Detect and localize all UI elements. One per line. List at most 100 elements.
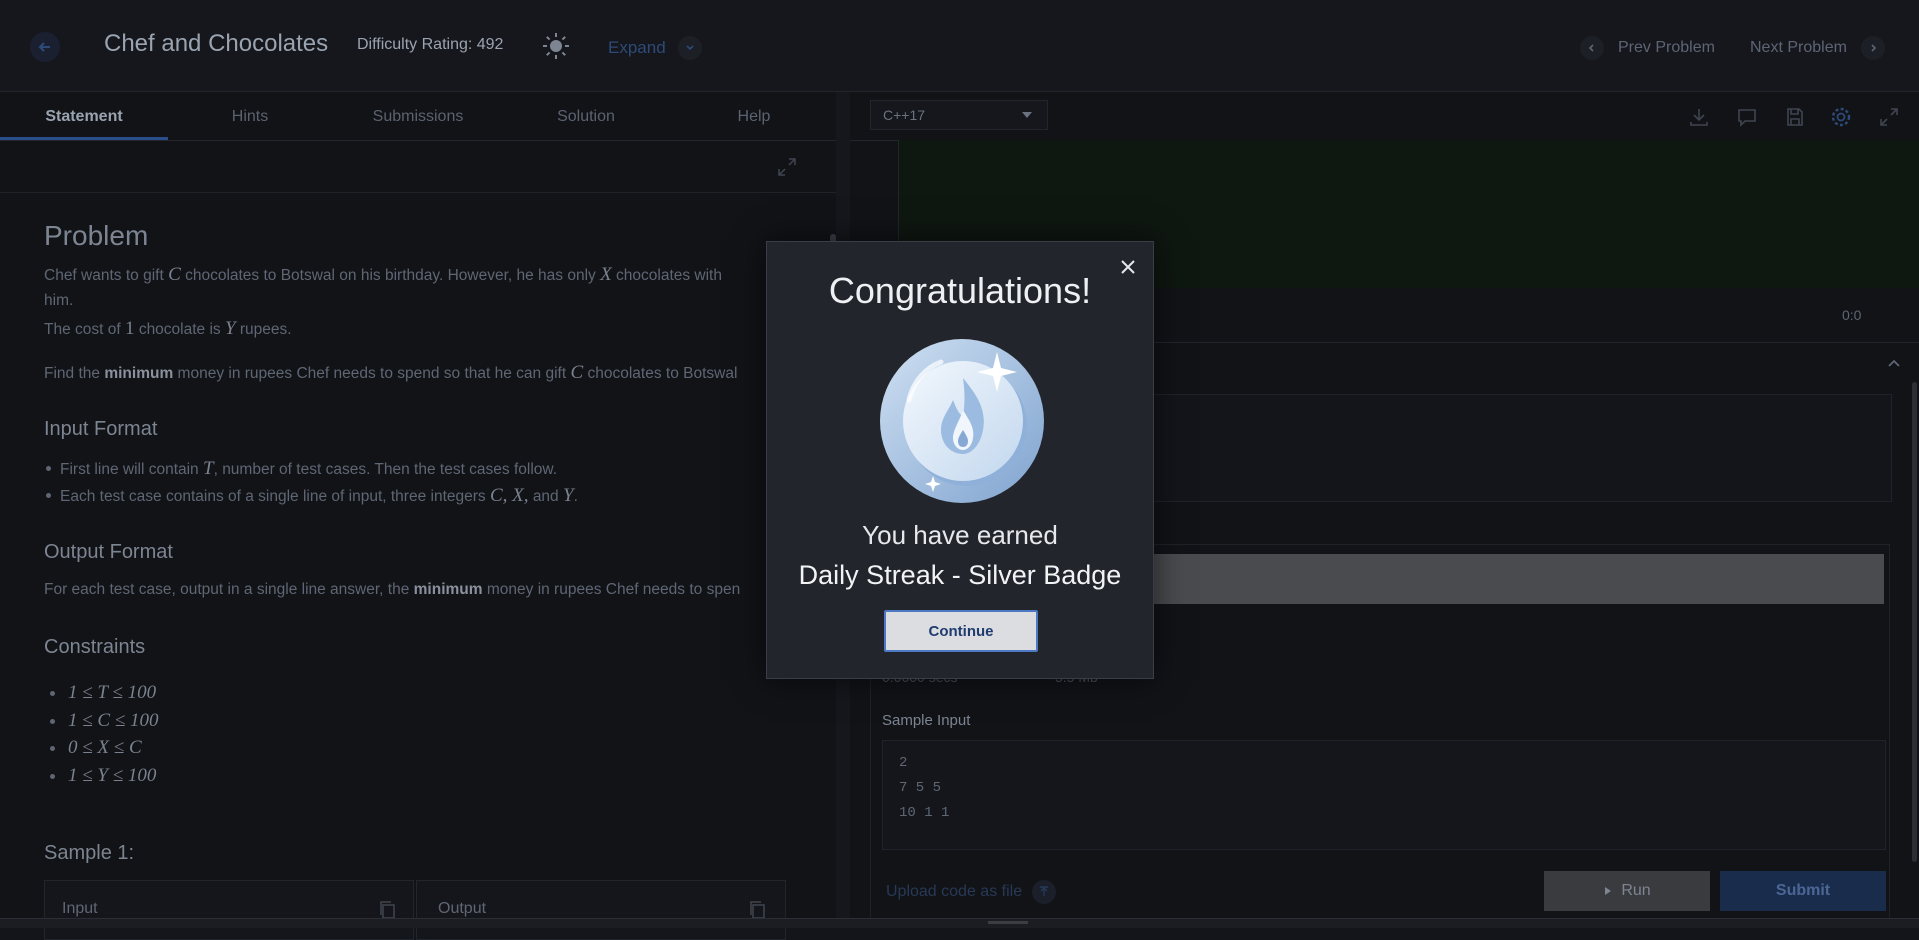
text-span: chocolates to Botswal on his birthday. H… [185,267,596,284]
silver-flame-badge-icon [879,338,1045,504]
input-format-heading: Input Format [44,418,158,440]
math-var: Y [563,485,574,506]
text-span: Find the [44,365,101,382]
chevron-right-icon [1860,36,1885,60]
text-span: money in rupees Chef needs to spend so t… [177,365,567,382]
badge-name: Daily Streak - Silver Badge [798,560,1122,590]
tab-statement[interactable]: Statement [0,108,168,126]
problem-line-4: Find the minimum money in rupees Chef ne… [44,362,737,384]
save-button[interactable] [1784,106,1806,128]
difficulty-rating: Difficulty Rating: 492 [357,36,504,53]
prev-problem-button[interactable]: Prev Problem [1580,36,1715,60]
bold-text: minimum [104,365,174,382]
copy-icon [750,901,765,919]
expand-button[interactable]: Expand [608,36,702,60]
problem-panel: Statement Hints Submissions Solution Hel… [0,92,836,927]
text-span: The cost of [44,321,121,338]
sun-icon [543,33,569,59]
text-span: For each test case, output in a single l… [44,581,410,598]
text-span: chocolates with [616,267,722,284]
math-var: X [600,264,612,285]
text-span: Each test case contains of a single line… [60,488,486,505]
output-format-text: For each test case, output in a single l… [44,581,740,599]
text-span: chocolates to Botswal [587,365,738,382]
earned-text: You have earned [862,520,1058,550]
back-button[interactable] [30,32,60,62]
resize-handle[interactable] [988,921,1028,924]
problem-line-3: The cost of 1 chocolate is Y rupees. [44,318,292,340]
text-span: and [532,488,559,505]
problem-tabs: Statement Hints Submissions Solution Hel… [0,92,836,141]
problem-heading: Problem [44,220,149,251]
text-span: money in rupees Chef needs to spen [486,581,741,598]
math-var: C [168,264,181,285]
tab-submissions[interactable]: Submissions [334,108,502,126]
next-problem-button[interactable]: Next Problem [1750,36,1885,60]
problem-title: Chef and Chocolates [104,30,329,57]
chevron-left-icon [1580,36,1604,60]
math-num: 1 [125,318,135,339]
theme-toggle-button[interactable] [542,32,570,60]
code-line: 10 1 1 [899,805,950,821]
run-label: Run [1621,882,1651,899]
next-problem-label: Next Problem [1750,39,1847,56]
comment-button[interactable] [1736,106,1758,128]
text-span: First line will contain [60,461,199,478]
math-var: T [203,458,214,479]
text-span: rupees. [239,321,292,338]
chevron-down-icon [677,36,702,60]
play-icon [1605,887,1612,895]
text-span: chocolate is [138,321,221,338]
run-button[interactable]: Run [1544,871,1710,911]
chevron-up-icon [1888,359,1900,367]
editor-toolbar: C++17 [850,92,1919,141]
code-line: 7 5 5 [899,780,942,796]
tab-help[interactable]: Help [670,108,838,126]
prev-problem-label: Prev Problem [1618,39,1715,56]
submit-button[interactable]: Submit [1720,871,1886,911]
upload-code-button[interactable]: Upload code as file [886,880,1057,904]
expand-arrows-icon [1880,108,1898,126]
fullscreen-toggle[interactable] [776,156,798,178]
right-scrollbar[interactable] [1912,382,1917,862]
upload-icon [1032,880,1057,904]
collapse-console-button[interactable] [1886,356,1902,372]
math-var: C, X, [489,485,529,506]
sample-input-label: Input [62,900,98,917]
copy-input-button[interactable] [378,900,398,920]
text-span: , number of test cases. Then the test ca… [213,461,558,478]
bold-text: minimum [413,581,483,598]
output-format-heading: Output Format [44,541,173,563]
fullscreen-editor-button[interactable] [1878,106,1900,128]
constraints-heading: Constraints [44,636,146,658]
continue-button[interactable]: Continue [884,610,1038,652]
sample-input-box [44,880,414,940]
math-var: C [570,362,584,383]
comment-icon [1738,109,1756,127]
congratulations-modal: Congratulations! You have earned Daily S… [766,241,1154,679]
sample-input-label: Sample Input [882,712,971,729]
cursor-position: 0:0 [1842,307,1862,323]
gear-icon [1831,107,1851,127]
tab-solution[interactable]: Solution [502,108,670,126]
download-icon [1690,109,1708,126]
input-format-bullet-2: Each test case contains of a single line… [46,485,578,507]
sample-heading: Sample 1: [44,842,135,864]
sample-input-output: 2 7 5 5 10 1 1 [882,740,1886,850]
tab-hints[interactable]: Hints [166,108,334,126]
download-button[interactable] [1688,106,1710,128]
problem-line-2: him. [44,292,74,309]
code-line: 2 [899,755,908,771]
expand-arrows-icon [778,158,796,176]
upload-label: Upload code as file [886,883,1023,900]
copy-icon [380,901,395,919]
problem-line-1: Chef wants to gift C chocolates to Botsw… [44,264,722,286]
statement-toolbar [0,140,836,193]
arrow-left-icon [38,42,50,52]
copy-output-button[interactable] [748,900,768,920]
constraint-item: 1 ≤ Y ≤ 100 [49,765,157,786]
input-format-bullet-1: First line will contain T, number of tes… [45,458,558,480]
modal-title: Congratulations! [828,270,1092,311]
settings-button[interactable] [1830,106,1852,128]
sample-output-label: Output [438,900,487,917]
